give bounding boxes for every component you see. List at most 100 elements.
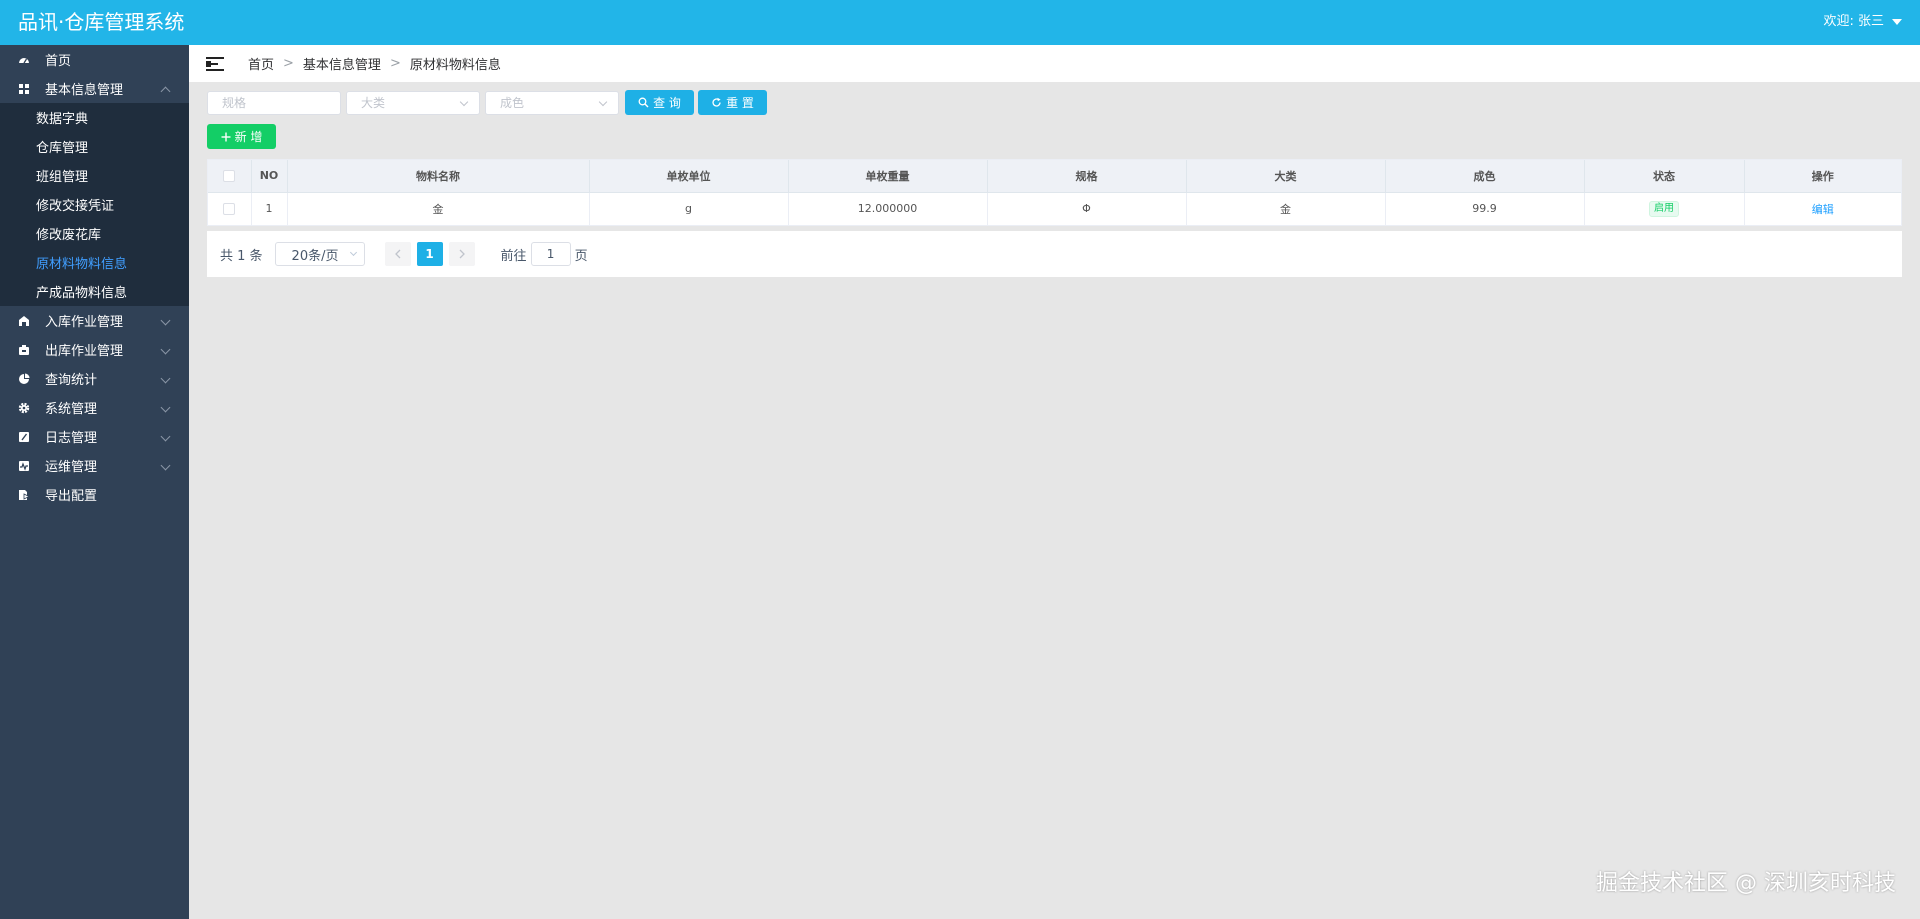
sidebar-item-statistics[interactable]: 查询统计 [0, 364, 189, 393]
column-header: 大类 [1186, 160, 1386, 193]
next-page-button[interactable] [448, 242, 475, 266]
refresh-icon [712, 97, 721, 107]
row-checkbox[interactable] [223, 203, 236, 215]
chevron-down-icon [160, 344, 171, 355]
query-button[interactable]: 查 询 [625, 90, 694, 115]
sidebar-item-label: 日志管理 [45, 431, 98, 446]
cell-weight: 12.000000 [788, 192, 988, 226]
sidebar-item-waste-cotton[interactable]: 修改废花库 [0, 219, 189, 248]
sidebar-item-export[interactable]: 导出配置 [0, 480, 189, 509]
total-count: 共 1 条 [220, 248, 263, 264]
cell-category: 金 [1186, 192, 1386, 226]
breadcrumb-home[interactable]: 首页 [248, 54, 274, 73]
prev-page-button[interactable] [384, 242, 411, 266]
sidebar-item-warehouse[interactable]: 仓库管理 [0, 132, 189, 161]
pagination: 共 1 条 20条/页 1 前往 页 [207, 231, 1902, 277]
status-badge: 启用 [1649, 200, 1679, 217]
user-menu[interactable]: 欢迎: 张三 [1823, 13, 1902, 31]
table-row: 1 金 g 12.000000 Φ 金 99.9 启用 编辑 [208, 192, 1901, 226]
column-header: 物料名称 [287, 160, 590, 193]
cell-no: 1 [251, 192, 288, 226]
reset-button-label: 重 置 [726, 96, 754, 110]
goto-suffix: 页 [574, 248, 588, 264]
reset-button[interactable]: 重 置 [698, 90, 767, 115]
sidebar-item-inbound[interactable]: 入库作业管理 [0, 306, 189, 335]
sidebar-item-ops[interactable]: 运维管理 [0, 451, 189, 480]
chevron-up-icon [160, 86, 171, 97]
breadcrumb-basic-info[interactable]: 基本信息管理 [303, 54, 381, 73]
cell-status: 启用 [1584, 192, 1745, 226]
column-header: 成色 [1385, 160, 1585, 193]
sidebar-item-label: 基本信息管理 [45, 83, 124, 98]
page-size-select[interactable]: 20条/页 [274, 242, 365, 266]
page-size-value: 20条/页 [291, 248, 339, 264]
chevron-down-icon [160, 431, 171, 442]
inbound-icon [18, 315, 30, 327]
chevron-down-icon [598, 97, 608, 106]
export-icon [18, 489, 30, 501]
caret-down-icon [1892, 19, 1902, 25]
sidebar-item-raw-material[interactable]: 原材料物料信息 [0, 248, 189, 277]
add-button[interactable]: 新 增 [207, 124, 276, 149]
sidebar-item-logs[interactable]: 日志管理 [0, 422, 189, 451]
submenu-basic-info: 数据字典 仓库管理 班组管理 修改交接凭证 修改废花库 原材料物料信息 产成品物… [0, 103, 189, 306]
category-select[interactable]: 大类 [346, 90, 480, 115]
search-icon [638, 97, 649, 108]
column-header: 规格 [987, 160, 1187, 193]
select-all-cell [208, 160, 252, 193]
row-select-cell [208, 192, 252, 226]
gear-icon [18, 402, 30, 414]
sidebar-item-finished-product[interactable]: 产成品物料信息 [0, 277, 189, 306]
cell-spec: Φ [987, 192, 1187, 226]
pie-chart-icon [18, 373, 30, 385]
column-header: 单枚单位 [589, 160, 789, 193]
sidebar-item-label: 系统管理 [45, 402, 98, 417]
chevron-right-icon [459, 249, 465, 259]
breadcrumb-bar: 首页 > 基本信息管理 > 原材料物料信息 [189, 45, 1920, 82]
collapse-menu-icon[interactable] [206, 56, 226, 72]
chevron-down-icon [459, 97, 469, 106]
material-table: NO 物料名称 单枚单位 单枚重量 规格 大类 成色 状态 操作 1 金 g 1… [207, 159, 1902, 226]
sidebar-item-basic-info[interactable]: 基本信息管理 [0, 74, 189, 103]
edit-link[interactable]: 编辑 [1812, 203, 1834, 216]
purity-placeholder: 成色 [500, 96, 525, 110]
sidebar-item-home[interactable]: 首页 [0, 45, 189, 74]
goto-prefix: 前往 [500, 248, 527, 264]
page-number-current[interactable]: 1 [416, 242, 443, 266]
sidebar-item-label: 运维管理 [45, 460, 98, 475]
grid-icon [18, 83, 30, 95]
sidebar-item-system[interactable]: 系统管理 [0, 393, 189, 422]
sidebar-item-handover[interactable]: 修改交接凭证 [0, 190, 189, 219]
cell-purity: 99.9 [1385, 192, 1585, 226]
breadcrumb-separator: > [389, 56, 401, 71]
chevron-down-icon [160, 460, 171, 471]
chevron-down-icon [160, 373, 171, 384]
select-all-checkbox[interactable] [223, 170, 236, 183]
purity-select[interactable]: 成色 [485, 90, 619, 115]
add-button-label: 新 增 [234, 130, 263, 144]
sidebar-item-label: 查询统计 [45, 373, 98, 388]
goto-page-input[interactable] [530, 242, 571, 266]
sidebar-item-label: 出库作业管理 [45, 344, 124, 359]
sidebar-item-team[interactable]: 班组管理 [0, 161, 189, 190]
log-icon [18, 431, 30, 443]
filter-bar: 大类 成色 查 询 重 置 [207, 90, 767, 115]
column-header: 单枚重量 [788, 160, 988, 193]
sidebar-item-outbound[interactable]: 出库作业管理 [0, 335, 189, 364]
breadcrumb-current: 原材料物料信息 [409, 58, 501, 73]
chevron-down-icon [160, 315, 171, 326]
column-header: 状态 [1584, 160, 1745, 193]
spec-input[interactable] [207, 90, 341, 115]
watermark: 掘金技术社区 @ 深圳亥时科技 [1596, 871, 1896, 896]
chevron-left-icon [394, 249, 401, 259]
plus-icon [221, 132, 231, 141]
table-header-row: NO 物料名称 单枚单位 单枚重量 规格 大类 成色 状态 操作 [208, 160, 1901, 193]
sidebar-item-data-dictionary[interactable]: 数据字典 [0, 103, 189, 132]
cell-name: 金 [287, 192, 590, 226]
monitor-icon [18, 460, 30, 472]
sidebar: 首页 基本信息管理 数据字典 仓库管理 班组管理 修改交接凭证 修改废花库 原材… [0, 45, 189, 919]
app-title: 品讯·仓库管理系统 [18, 10, 185, 34]
chevron-down-icon [160, 402, 171, 413]
breadcrumb-separator: > [283, 56, 294, 71]
top-header: 品讯·仓库管理系统 欢迎: 张三 [0, 0, 1920, 45]
